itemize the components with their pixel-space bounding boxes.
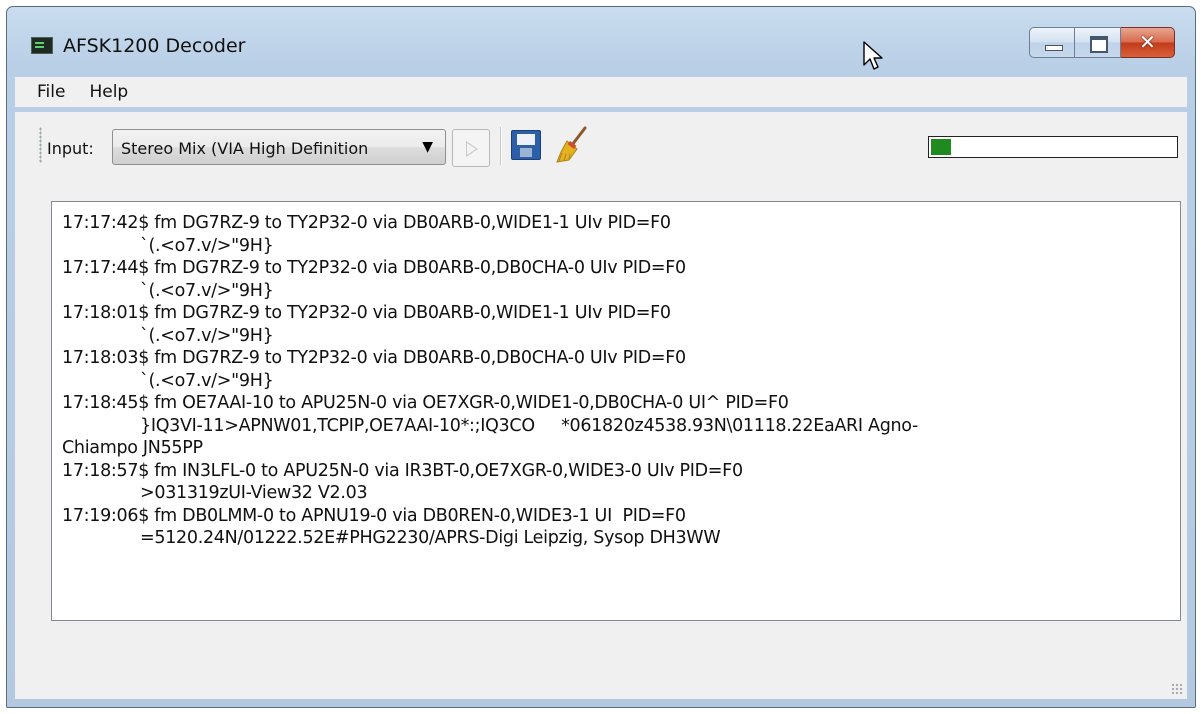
log-line: 17:18:57$ fm IN3LFL-0 to APU25N-0 via IR… bbox=[62, 460, 743, 481]
save-button[interactable] bbox=[511, 130, 541, 160]
play-button[interactable] bbox=[452, 129, 490, 167]
toolbar: Input: Stereo Mix (VIA High Definition ▼ bbox=[15, 112, 1187, 178]
log-line: `(.<o7.v/>"9H} bbox=[140, 370, 274, 391]
broom-icon[interactable] bbox=[555, 126, 591, 164]
log-line: =5120.24N/01222.52E#PHG2230/APRS-Digi Le… bbox=[140, 528, 721, 548]
log-line: 17:18:03$ fm DG7RZ-9 to TY2P32-0 via DB0… bbox=[62, 348, 686, 368]
minimize-button[interactable] bbox=[1029, 27, 1075, 58]
toolbar-grip[interactable] bbox=[39, 127, 42, 163]
input-device-value: Stereo Mix (VIA High Definition bbox=[121, 139, 369, 158]
close-button[interactable]: ✕ bbox=[1121, 27, 1175, 58]
resize-grip[interactable] bbox=[1171, 683, 1183, 695]
toolbar-separator bbox=[500, 127, 502, 165]
log-line: `(.<o7.v/>"9H} bbox=[140, 280, 274, 301]
input-device-select[interactable]: Stereo Mix (VIA High Definition ▼ bbox=[112, 129, 446, 165]
log-line: 17:19:06$ fm DB0LMM-0 to APNU19-0 via DB… bbox=[62, 505, 686, 526]
minimize-icon bbox=[1045, 45, 1063, 51]
log-line: `(.<o7.v/>"9H} bbox=[140, 235, 274, 256]
audio-level-fill bbox=[931, 139, 951, 155]
caption-buttons: ✕ bbox=[1029, 27, 1175, 59]
client-area: 17:17:42$ fm DG7RZ-9 to TY2P32-0 via DB0… bbox=[15, 178, 1187, 699]
play-icon bbox=[466, 141, 478, 157]
audio-level-meter bbox=[928, 136, 1178, 158]
mouse-cursor-icon bbox=[863, 41, 883, 70]
input-label: Input: bbox=[47, 139, 94, 158]
log-line: >031319zUI-View32 V2.03 bbox=[140, 483, 368, 503]
log-line: `(.<o7.v/>"9H} bbox=[140, 325, 274, 346]
maximize-button[interactable] bbox=[1075, 27, 1121, 58]
app-terminal-icon bbox=[31, 37, 53, 54]
log-line: 17:17:44$ fm DG7RZ-9 to TY2P32-0 via DB0… bbox=[62, 258, 686, 278]
floppy-shutter bbox=[520, 148, 532, 157]
log-line: 17:18:45$ fm OE7AAI-10 to APU25N-0 via O… bbox=[62, 393, 789, 413]
window-title: AFSK1200 Decoder bbox=[63, 35, 246, 57]
log-line: }IQ3VI-11>APNW01,TCPIP,OE7AAI-10*:;IQ3CO… bbox=[140, 415, 919, 436]
title-bar[interactable]: AFSK1200 Decoder ✕ bbox=[7, 7, 1195, 77]
menu-help[interactable]: Help bbox=[77, 82, 140, 102]
menu-bar: File Help bbox=[15, 77, 1187, 107]
log-line: 17:17:42$ fm DG7RZ-9 to TY2P32-0 via DB0… bbox=[62, 213, 671, 233]
dropdown-arrow-icon: ▼ bbox=[422, 139, 433, 155]
log-line: 17:18:01$ fm DG7RZ-9 to TY2P32-0 via DB0… bbox=[62, 303, 671, 323]
close-icon: ✕ bbox=[1139, 30, 1156, 54]
floppy-disk-icon bbox=[517, 134, 535, 145]
main-window: AFSK1200 Decoder ✕ File Help Input: Ster… bbox=[6, 6, 1196, 708]
menu-file[interactable]: File bbox=[15, 82, 77, 102]
maximize-icon bbox=[1090, 36, 1108, 53]
decoded-packets-log[interactable]: 17:17:42$ fm DG7RZ-9 to TY2P32-0 via DB0… bbox=[51, 201, 1181, 621]
log-line: Chiampo JN55PP bbox=[62, 438, 203, 458]
